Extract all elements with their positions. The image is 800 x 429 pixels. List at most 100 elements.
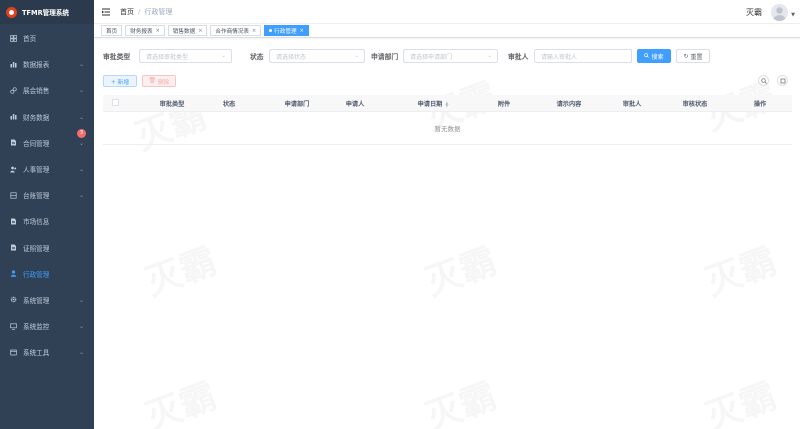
table-header: 审批类型 状态 申请部门 申请人 申请日期 ▲ ▼ 附件 请示内容 审批人 审核状态 操作 <box>103 95 792 112</box>
close-icon[interactable]: × <box>156 28 160 34</box>
sidebar-item[interactable]: 系统监控 ⌄ <box>0 313 94 339</box>
chevron-down-icon: ⌄ <box>487 53 492 59</box>
toggle-search-button[interactable] <box>758 75 769 86</box>
sidebar-item[interactable]: 财务数据 ⌄ <box>0 104 94 130</box>
table-column-header: 请示内容 <box>557 99 582 108</box>
tool-icon <box>10 349 17 356</box>
watermark: 灭霸 <box>137 232 222 305</box>
column-label: 审批类型 <box>159 101 185 108</box>
gear-icon <box>10 296 17 303</box>
watermark: 灭霸 <box>417 367 502 429</box>
search-icon <box>760 77 767 84</box>
add-button[interactable]: + 新增 <box>103 75 137 87</box>
chevron-down-icon: ⌄ <box>78 61 84 69</box>
reset-button[interactable]: ↻ 重置 <box>676 49 710 63</box>
chevron-down-icon: ⌄ <box>78 296 84 304</box>
people-icon <box>10 166 17 173</box>
select-all-checkbox[interactable] <box>112 99 119 106</box>
sort-icon[interactable]: ▲ ▼ <box>445 101 448 108</box>
chevron-down-icon: ⌄ <box>221 53 226 59</box>
column-label: 请示内容 <box>556 101 582 108</box>
sidebar-item[interactable]: 系统管理 ⌄ <box>0 287 94 313</box>
logo[interactable]: TFMR管理系统 <box>0 0 94 24</box>
tag-item[interactable]: 首页 <box>101 25 123 36</box>
close-icon[interactable]: × <box>252 28 256 34</box>
delete-button[interactable]: 🗑 删除 <box>142 75 176 87</box>
refresh-icon <box>780 78 786 84</box>
chevron-down-icon: ⌄ <box>354 53 359 59</box>
sidebar-item[interactable]: 展会销售 ⌄ <box>0 77 94 103</box>
sidebar-item-label: 系统监控 <box>23 323 50 332</box>
sidebar-item-label: 数据报表 <box>23 61 50 70</box>
sidebar-item-label: 财务数据 <box>23 113 50 122</box>
sidebar-item-label: 人事管理 <box>23 166 50 175</box>
sidebar-item-label: 市场信息 <box>23 218 50 227</box>
search-button-label: 搜索 <box>651 53 664 61</box>
status-placeholder: 请选择状态 <box>276 53 307 61</box>
ledger-icon <box>10 192 17 199</box>
tag-item[interactable]: 行政管理 × <box>264 25 309 36</box>
label-approver: 审批人 <box>508 53 529 61</box>
sidebar-item-label: 证照管理 <box>23 244 50 253</box>
user-icon <box>10 270 17 278</box>
sidebar-item-label: 行政管理 <box>23 270 50 279</box>
tags-view: 首页 财务报表 × 销售数据 × 合作商情况表 × 行政管理 × <box>94 24 800 38</box>
approver-input[interactable]: 请输入审批人 <box>534 49 632 63</box>
sidebar-item-label: 展会销售 <box>23 87 50 96</box>
breadcrumb: 首页 / 行政管理 <box>120 7 172 17</box>
toolbar: + 新增 🗑 删除 <box>103 75 793 87</box>
active-dot <box>269 29 273 32</box>
column-label: 申请人 <box>345 101 365 108</box>
column-label: 审核状态 <box>682 101 708 108</box>
avatar[interactable] <box>771 4 788 21</box>
sidebar: TFMR管理系统 首页 数据报表 ⌄ 展会销售 ⌄ 财务数据 ⌄ 合同管理 ⌄ 3 人事管理 ⌄ 台账管… <box>0 0 94 429</box>
tag-item[interactable]: 财务报表 × <box>125 25 165 36</box>
sidebar-item-label: 首页 <box>23 35 37 44</box>
column-label: 附件 <box>497 101 511 108</box>
chart-icon <box>10 61 17 68</box>
data-table: 审批类型 状态 申请部门 申请人 申请日期 ▲ ▼ 附件 请示内容 审批人 审核状态 操作 暂无数据 <box>103 95 792 145</box>
search-button[interactable]: 搜索 <box>637 49 671 63</box>
sidebar-item[interactable]: 系统工具 ⌄ <box>0 339 94 365</box>
user-name[interactable]: 灭霸 <box>746 7 762 18</box>
sidebar-item[interactable]: 合同管理 ⌄ 3 <box>0 128 94 156</box>
approval-type-select[interactable]: 请选择审批类型 ⌄ <box>139 49 232 63</box>
monitor-icon <box>10 323 17 330</box>
sidebar-item[interactable]: 数据报表 ⌄ <box>0 51 94 77</box>
breadcrumb-separator: / <box>138 7 141 16</box>
tag-item[interactable]: 销售数据 × <box>167 25 208 36</box>
caret-down-icon[interactable]: ▼ <box>791 12 795 18</box>
sidebar-item[interactable]: 人事管理 ⌄ <box>0 156 94 182</box>
sidebar-item[interactable]: 首页 <box>0 25 94 51</box>
chevron-down-icon: ⌄ <box>78 165 84 173</box>
label-approval-type: 审批类型 <box>103 53 131 61</box>
link-icon <box>10 87 17 94</box>
column-label: 状态 <box>222 101 236 108</box>
table-column-header[interactable]: 申请日期 ▲ ▼ <box>418 99 449 109</box>
refresh-button[interactable] <box>777 75 788 86</box>
close-icon[interactable]: × <box>198 28 202 34</box>
label-status: 状态 <box>250 53 264 61</box>
document-icon <box>10 244 17 251</box>
breadcrumb-home[interactable]: 首页 <box>120 7 134 17</box>
tag-label: 首页 <box>106 28 118 35</box>
department-select[interactable]: 请选择申请部门 ⌄ <box>403 49 498 63</box>
department-placeholder: 请选择申请部门 <box>410 53 453 61</box>
tag-label: 财务报表 <box>130 28 153 35</box>
sidebar-item-label: 系统工具 <box>23 349 50 358</box>
close-icon[interactable]: × <box>300 28 304 34</box>
status-select[interactable]: 请选择状态 ⌄ <box>269 49 365 63</box>
approver-placeholder: 请输入审批人 <box>541 53 578 61</box>
column-label: 申请部门 <box>284 101 310 108</box>
watermark: 灭霸 <box>417 232 502 305</box>
table-column-header: 附件 <box>498 99 510 108</box>
watermark: 灭霸 <box>697 367 782 429</box>
hamburger-icon[interactable] <box>102 8 110 16</box>
sidebar-item[interactable]: 行政管理 <box>0 261 94 287</box>
tag-item[interactable]: 合作商情况表 × <box>210 25 262 36</box>
sidebar-item[interactable]: 台账管理 ⌄ <box>0 182 94 208</box>
sidebar-item[interactable]: 市场信息 <box>0 208 94 234</box>
sidebar-item[interactable]: 证照管理 <box>0 235 94 261</box>
sidebar-item-label: 台账管理 <box>23 192 50 201</box>
table-empty: 暂无数据 <box>103 112 792 145</box>
